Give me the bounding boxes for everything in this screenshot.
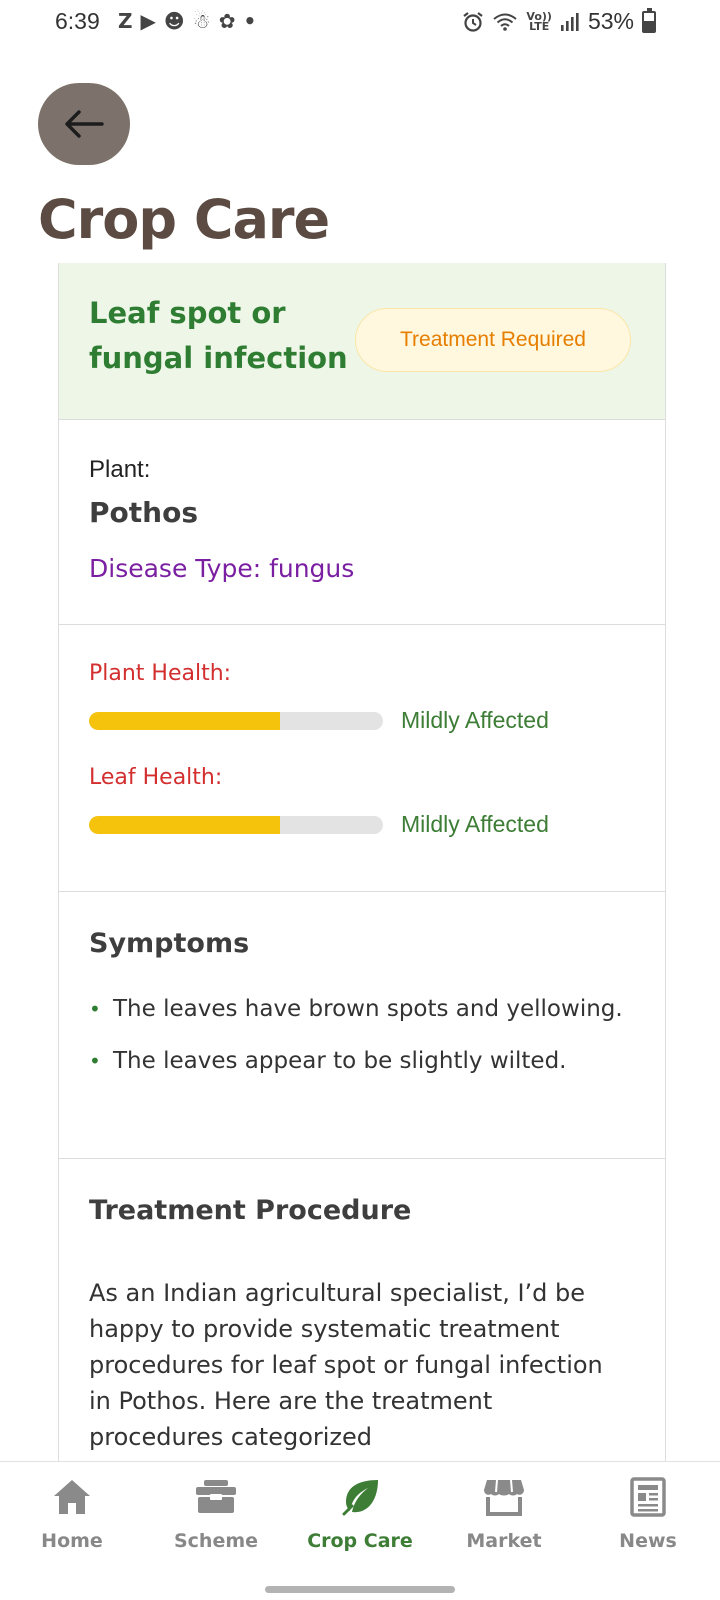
leaf-health-status: Mildly Affected bbox=[401, 811, 549, 837]
nav-market[interactable]: Market bbox=[432, 1476, 576, 1552]
leaf-health-label: Leaf Health: bbox=[89, 765, 223, 790]
plant-health-status: Mildly Affected bbox=[401, 707, 549, 733]
back-button[interactable] bbox=[38, 83, 130, 165]
health-section: Plant Health: Mildly Affected Leaf Healt… bbox=[59, 625, 665, 892]
plant-info-section: Plant: Pothos Disease Type: fungus bbox=[59, 420, 665, 625]
wifi-icon bbox=[493, 13, 518, 31]
nav-crop-care[interactable]: Crop Care bbox=[288, 1476, 432, 1552]
arrow-left-icon bbox=[65, 110, 104, 138]
app-icon: ☻ bbox=[163, 9, 185, 33]
symptoms-section: Symptoms • The leaves have brown spots a… bbox=[59, 892, 665, 1159]
diagnosis-card: Leaf spot or fungal infection Treatment … bbox=[58, 263, 666, 1463]
nav-scheme[interactable]: Scheme bbox=[144, 1476, 288, 1552]
nav-market-label: Market bbox=[466, 1530, 542, 1552]
disease-name: Leaf spot or fungal infection bbox=[89, 296, 348, 375]
nav-news[interactable]: News bbox=[576, 1476, 720, 1552]
youtube-icon: ▶ bbox=[140, 9, 156, 33]
lte-icon: Vo)) LTE bbox=[526, 9, 552, 33]
treatment-required-badge: Treatment Required bbox=[355, 308, 631, 372]
pinwheel-icon: ✿ bbox=[218, 9, 236, 33]
briefcase-icon bbox=[196, 1480, 236, 1513]
store-icon bbox=[484, 1479, 524, 1516]
zoho-icon: Z bbox=[118, 9, 133, 33]
plant-health-bar bbox=[89, 712, 383, 730]
plant-health-label: Plant Health: bbox=[89, 661, 232, 686]
home-indicator[interactable] bbox=[265, 1586, 455, 1593]
notification-icons: Z ▶ ☻ ☃ ✿ • bbox=[118, 9, 256, 33]
diagnosis-header: Leaf spot or fungal infection Treatment … bbox=[59, 263, 665, 420]
more-dot-icon: • bbox=[243, 9, 257, 33]
plant-health-fill bbox=[89, 712, 281, 730]
battery-icon bbox=[642, 7, 656, 33]
nav-scheme-label: Scheme bbox=[173, 1530, 259, 1552]
leaf-icon bbox=[342, 1480, 378, 1516]
symptom-list: • The leaves have brown spots and yellow… bbox=[89, 992, 629, 1096]
symptom-text: The leaves have brown spots and yellowin… bbox=[113, 996, 623, 1022]
treatment-title: Treatment Procedure bbox=[89, 1195, 412, 1226]
system-icons: Vo)) LTE 53% bbox=[462, 7, 656, 35]
nav-crop-care-label: Crop Care bbox=[307, 1530, 413, 1552]
newspaper-icon bbox=[630, 1477, 666, 1517]
app-icon-2: ☃ bbox=[192, 9, 211, 33]
alarm-icon bbox=[463, 11, 484, 32]
nav-news-label: News bbox=[619, 1530, 677, 1552]
treatment-text: As an Indian agricultural specialist, I’… bbox=[89, 1279, 603, 1451]
disease-type: Disease Type: fungus bbox=[89, 554, 355, 583]
symptoms-title: Symptoms bbox=[89, 928, 250, 959]
symptom-item: • The leaves have brown spots and yellow… bbox=[89, 992, 629, 1026]
bullet-icon: • bbox=[89, 997, 101, 1021]
signal-icon bbox=[560, 12, 579, 31]
page-title: Crop Care bbox=[38, 188, 330, 251]
plant-label: Plant: bbox=[89, 456, 151, 483]
status-time: 6:39 bbox=[55, 8, 100, 34]
battery-percent: 53% bbox=[587, 8, 634, 34]
bottom-nav: Home Scheme Crop Care Market News bbox=[0, 1461, 720, 1600]
nav-home[interactable]: Home bbox=[0, 1476, 144, 1552]
nav-home-label: Home bbox=[41, 1530, 103, 1552]
symptom-text: The leaves appear to be slightly wilted. bbox=[113, 1048, 567, 1074]
leaf-health-bar bbox=[89, 816, 383, 834]
home-icon bbox=[54, 1480, 90, 1514]
plant-name: Pothos bbox=[89, 496, 198, 529]
symptom-item: • The leaves appear to be slightly wilte… bbox=[89, 1044, 629, 1078]
status-bar: 6:39 Z ▶ ☻ ☃ ✿ • Vo)) LTE 53% bbox=[0, 0, 720, 46]
bullet-icon: • bbox=[89, 1049, 101, 1073]
treatment-section: Treatment Procedure As an Indian agricul… bbox=[59, 1159, 665, 1463]
leaf-health-fill bbox=[89, 816, 281, 834]
